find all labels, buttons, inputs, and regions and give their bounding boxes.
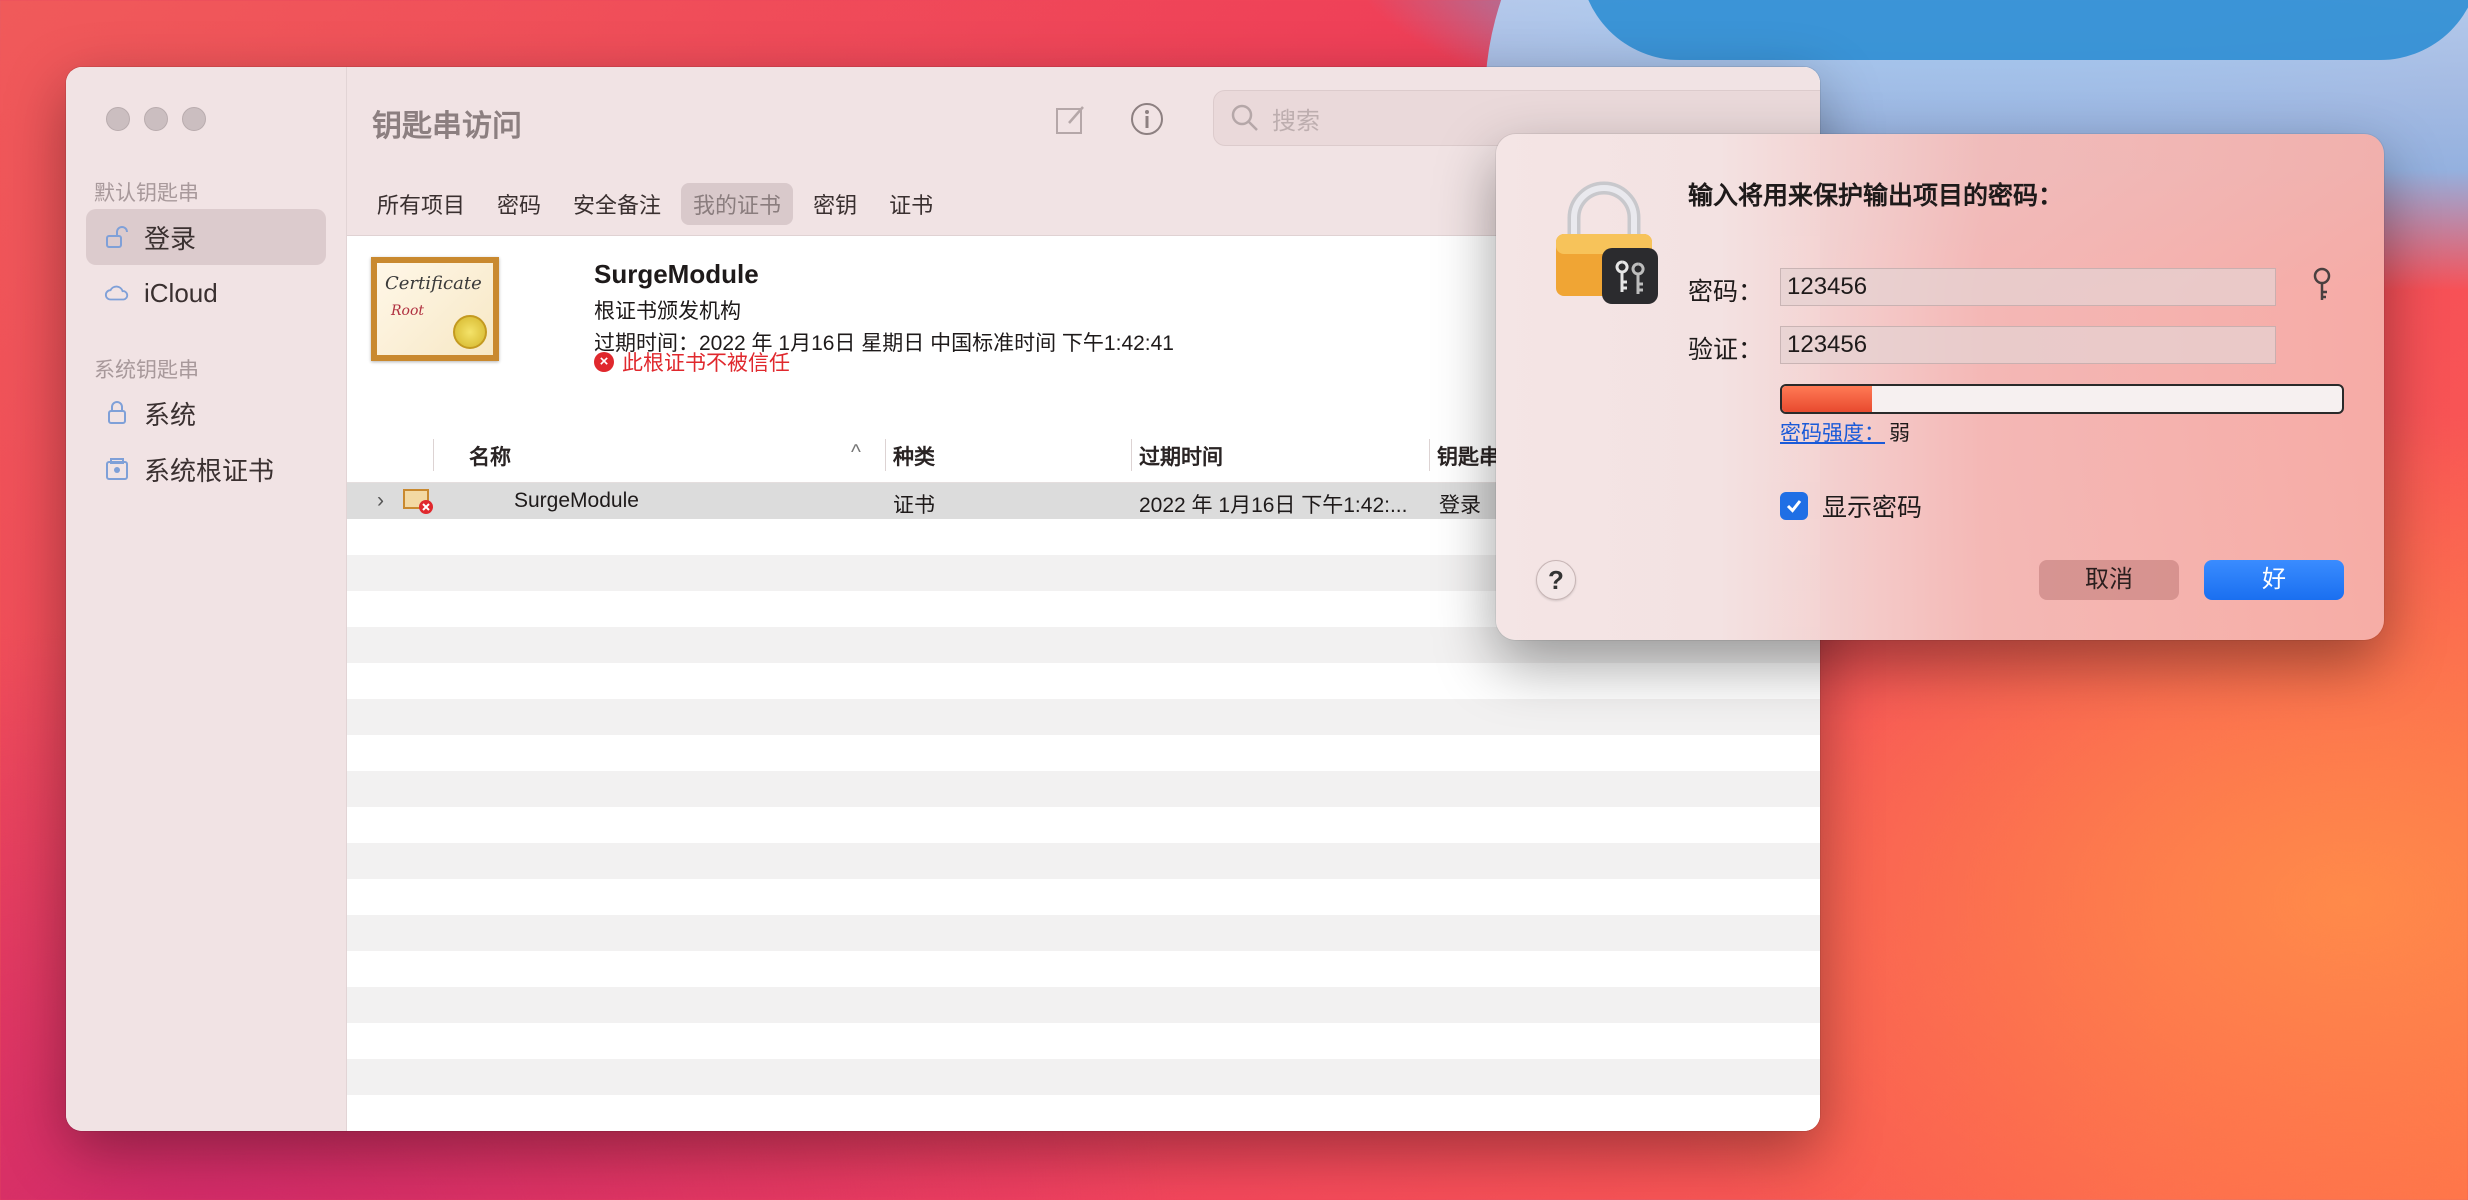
password-strength-fill — [1782, 386, 1872, 412]
column-header-keychain[interactable]: 钥匙串 — [1437, 441, 1500, 471]
sidebar-section-default: 默认钥匙串 — [94, 182, 199, 205]
locked-padlock-icon — [104, 400, 130, 426]
sidebar-item-label: 系统根证书 — [144, 455, 275, 486]
zoom-window-button[interactable] — [182, 107, 206, 131]
certificate-error-icon — [403, 487, 435, 521]
column-header-kind[interactable]: 种类 — [893, 441, 935, 471]
sidebar: 默认钥匙串 登录 iCloud 系统钥匙串 系统 系统根证书 — [66, 67, 347, 1131]
tab-my-certificates[interactable]: 我的证书 — [681, 182, 794, 225]
password-strength-text: 密码强度：弱 — [1780, 417, 1910, 447]
export-password-dialog: 输入将用来保护输出项目的密码： 密码： 123456 验证： 123456 密码… — [1496, 134, 2384, 640]
tab-certificates[interactable]: 证书 — [877, 183, 945, 225]
ok-button[interactable]: 好 — [2204, 560, 2344, 600]
unlocked-padlock-icon — [104, 224, 130, 250]
show-password-row: 显示密码 — [1780, 488, 1922, 524]
wallpaper-wave — [1580, 0, 2468, 60]
traffic-lights — [106, 107, 206, 131]
key-icon[interactable] — [2308, 266, 2336, 306]
show-password-checkbox[interactable] — [1780, 492, 1808, 520]
password-strength-link[interactable]: 密码强度： — [1780, 422, 1885, 445]
row-expires: 2022 年 1月16日 下午1:42:... — [1139, 494, 1408, 517]
info-icon[interactable] — [1129, 101, 1165, 137]
cancel-button[interactable]: 取消 — [2039, 560, 2179, 600]
compose-icon[interactable] — [1053, 101, 1089, 137]
help-button[interactable]: ? — [1536, 560, 1576, 600]
close-window-button[interactable] — [106, 107, 130, 131]
row-kind: 证书 — [893, 494, 935, 517]
cloud-icon — [104, 280, 130, 306]
sidebar-section-system: 系统钥匙串 — [94, 359, 199, 382]
row-name: SurgeModule — [514, 489, 639, 512]
sidebar-item-label: 登录 — [144, 223, 197, 254]
show-password-label: 显示密码 — [1822, 494, 1923, 522]
password-strength-meter — [1780, 384, 2344, 414]
column-header-name[interactable]: 名称 — [469, 441, 511, 471]
checkmark-icon — [1786, 500, 1802, 513]
sidebar-item-system-roots[interactable]: 系统根证书 — [86, 441, 326, 497]
certificate-icon: Certificate Root — [371, 257, 499, 361]
tab-secure-notes[interactable]: 安全备注 — [561, 183, 673, 225]
certificate-name: SurgeModule — [594, 259, 759, 289]
certificate-issuer: 根证书颁发机构 — [594, 300, 741, 323]
verify-label: 验证： — [1688, 336, 1764, 364]
keychain-lock-icon — [1552, 180, 1662, 310]
password-strength-value: 弱 — [1889, 422, 1910, 445]
row-keychain: 登录 — [1439, 494, 1481, 517]
search-placeholder: 搜索 — [1272, 107, 1320, 135]
seal-icon — [453, 315, 487, 349]
search-icon — [1231, 104, 1258, 131]
password-field[interactable]: 123456 — [1780, 268, 2276, 306]
certificate-image-subtext: Root — [391, 303, 425, 319]
tab-keys[interactable]: 密钥 — [801, 183, 869, 225]
sidebar-item-login[interactable]: 登录 — [86, 209, 326, 265]
window-title: 钥匙串访问 — [372, 110, 522, 143]
sort-ascending-icon[interactable]: ^ — [851, 441, 861, 465]
tab-all-items[interactable]: 所有项目 — [365, 183, 477, 225]
warning-text: 此根证书不被信任 — [622, 352, 790, 375]
certificate-image-text: Certificate — [385, 273, 482, 294]
password-label: 密码： — [1688, 278, 1764, 306]
disclosure-chevron-icon[interactable]: › — [377, 489, 384, 513]
error-icon: × — [594, 352, 614, 372]
vault-icon — [104, 456, 130, 482]
certificate-warning: × 此根证书不被信任 — [594, 347, 790, 377]
sidebar-item-label: 系统 — [144, 399, 197, 430]
sidebar-item-system[interactable]: 系统 — [86, 385, 326, 441]
sidebar-item-label: iCloud — [144, 277, 218, 308]
minimize-window-button[interactable] — [144, 107, 168, 131]
verify-field[interactable]: 123456 — [1780, 326, 2276, 364]
dialog-title: 输入将用来保护输出项目的密码： — [1688, 182, 2064, 210]
tab-passwords[interactable]: 密码 — [485, 183, 553, 225]
sidebar-item-icloud[interactable]: iCloud — [86, 265, 326, 321]
column-header-expires[interactable]: 过期时间 — [1139, 441, 1223, 471]
